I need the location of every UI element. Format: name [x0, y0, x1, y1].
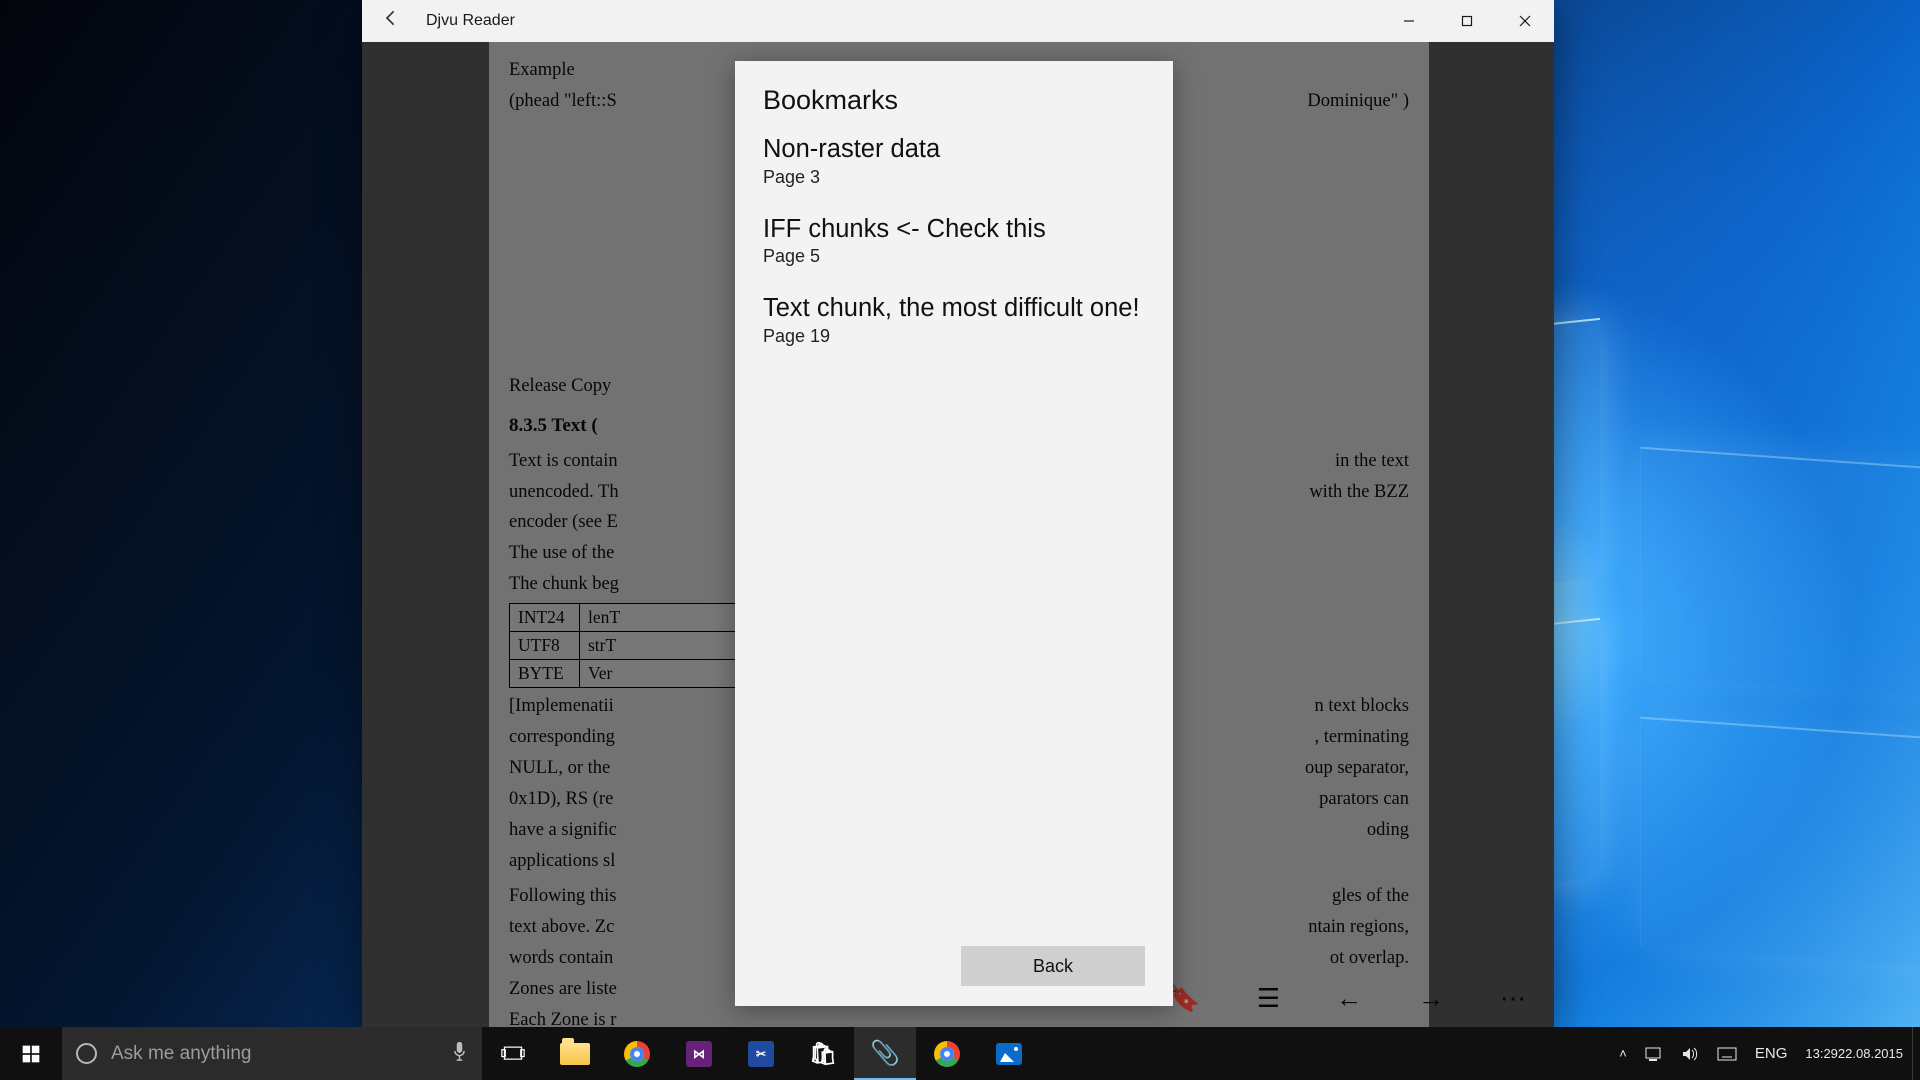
taskbar-app-chrome-2[interactable]	[916, 1027, 978, 1080]
microphone-icon[interactable]	[451, 1040, 468, 1067]
taskbar-app-visual-studio[interactable]: ⋈	[668, 1027, 730, 1080]
folder-icon	[560, 1043, 590, 1065]
taskbar-app-chrome[interactable]	[606, 1027, 668, 1080]
bookmark-item[interactable]: Text chunk, the most difficult one! Page…	[763, 293, 1145, 347]
bookmarks-heading: Bookmarks	[763, 85, 1145, 116]
tray-keyboard-icon[interactable]	[1708, 1027, 1746, 1080]
tray-clock[interactable]: 13:29 22.08.2015	[1796, 1027, 1912, 1080]
bookmarks-back-button[interactable]: Back	[961, 946, 1145, 986]
taskbar-app-attachments[interactable]: 📎	[854, 1027, 916, 1080]
tray-network-icon[interactable]	[1636, 1027, 1672, 1080]
app-title: Djvu Reader	[422, 12, 515, 30]
bookmark-page: Page 5	[763, 246, 1145, 267]
search-input[interactable]	[111, 1043, 437, 1065]
taskbar: ⋈ ✂ 🛍 📎 ˄ ENG 13:29 22.08.2015	[0, 1027, 1920, 1080]
taskbar-app-file-explorer[interactable]	[544, 1027, 606, 1080]
wallpaper-pane	[1640, 447, 1920, 704]
taskbar-apps: ⋈ ✂ 🛍 📎	[544, 1027, 1040, 1080]
titlebar: Djvu Reader	[362, 0, 1554, 42]
wallpaper-pane	[1640, 717, 1920, 974]
titlebar-back-button[interactable]	[362, 8, 422, 34]
bookmark-page: Page 3	[763, 167, 1145, 188]
store-icon: 🛍	[810, 1041, 836, 1067]
bookmark-title: IFF chunks <- Check this	[763, 214, 1145, 245]
cortana-icon	[76, 1043, 97, 1064]
bookmarks-flyout: Bookmarks Non-raster data Page 3 IFF chu…	[735, 61, 1173, 1006]
window-close-button[interactable]	[1496, 0, 1554, 42]
snip-icon: ✂	[748, 1041, 774, 1067]
chrome-icon	[624, 1041, 650, 1067]
taskbar-app-snipping-tool[interactable]: ✂	[730, 1027, 792, 1080]
tray-overflow-button[interactable]: ˄	[1610, 1027, 1636, 1080]
taskbar-app-photos[interactable]	[978, 1027, 1040, 1080]
show-desktop-button[interactable]	[1912, 1027, 1920, 1080]
bookmark-title: Non-raster data	[763, 134, 1145, 165]
taskbar-search[interactable]	[62, 1027, 482, 1080]
bookmark-page: Page 19	[763, 326, 1145, 347]
tray-date: 22.08.2015	[1838, 1046, 1903, 1062]
paperclip-icon: 📎	[872, 1041, 898, 1067]
task-view-button[interactable]	[482, 1027, 544, 1080]
start-button[interactable]	[0, 1027, 62, 1080]
bookmark-item[interactable]: Non-raster data Page 3	[763, 134, 1145, 188]
window-minimize-button[interactable]	[1380, 0, 1438, 42]
tray-time: 13:29	[1805, 1046, 1838, 1062]
chrome-icon	[934, 1041, 960, 1067]
window-maximize-button[interactable]	[1438, 0, 1496, 42]
bookmark-item[interactable]: IFF chunks <- Check this Page 5	[763, 214, 1145, 268]
visual-studio-icon: ⋈	[686, 1041, 712, 1067]
photos-icon	[996, 1043, 1022, 1065]
tray-language[interactable]: ENG	[1746, 1027, 1797, 1080]
bookmark-title: Text chunk, the most difficult one!	[763, 293, 1145, 324]
taskbar-app-store[interactable]: 🛍	[792, 1027, 854, 1080]
system-tray: ˄ ENG 13:29 22.08.2015	[1610, 1027, 1920, 1080]
tray-volume-icon[interactable]	[1672, 1027, 1708, 1080]
